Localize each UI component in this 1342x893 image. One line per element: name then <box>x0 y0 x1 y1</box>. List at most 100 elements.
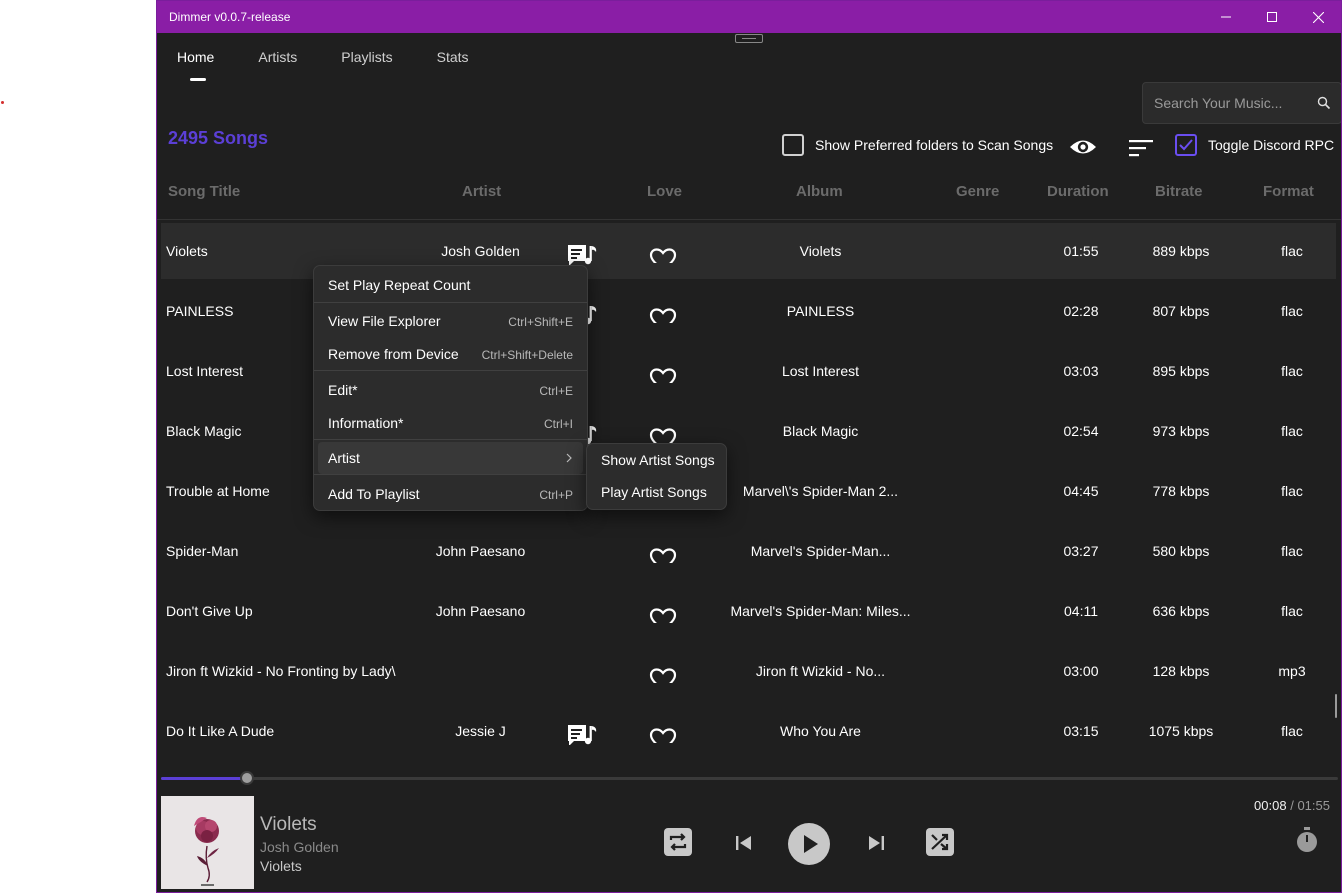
love-button[interactable] <box>649 239 677 263</box>
cell-album: Marvel's Spider-Man: Miles... <box>730 603 911 619</box>
menu-item-information[interactable]: Information* Ctrl+I <box>314 407 587 439</box>
love-button[interactable] <box>649 599 677 623</box>
love-button[interactable] <box>649 659 677 683</box>
menu-item-add-to-playlist[interactable]: Add To Playlist Ctrl+P <box>314 478 587 510</box>
table-row[interactable]: Do It Like A Dude Jessie J Who You Are 03:1… <box>161 703 1336 759</box>
shuffle-button[interactable] <box>925 827 955 857</box>
cell-duration: 02:54 <box>1063 423 1099 439</box>
submenu-show-artist-songs[interactable]: Show Artist Songs <box>601 452 715 468</box>
col-genre[interactable]: Genre <box>956 183 999 200</box>
close-button[interactable] <box>1295 1 1341 33</box>
album-cover[interactable] <box>161 796 254 889</box>
progress-knob[interactable] <box>239 771 254 785</box>
search-input[interactable] <box>1152 94 1311 112</box>
col-format[interactable]: Format <box>1263 183 1314 200</box>
cell-format: flac <box>1281 543 1303 559</box>
eye-icon[interactable] <box>1069 137 1097 157</box>
menu-separator <box>314 302 587 303</box>
sleep-timer-button[interactable] <box>1295 827 1319 853</box>
col-love[interactable]: Love <box>647 183 682 200</box>
table-row[interactable]: Spider-Man John Paesano Marvel's Spider-Ma… <box>161 523 1336 579</box>
menu-item-artist[interactable]: Artist <box>318 442 583 474</box>
next-button[interactable] <box>866 833 886 853</box>
menu-item-shortcut: Ctrl+P <box>539 488 573 502</box>
cell-format: flac <box>1281 363 1303 379</box>
love-button[interactable] <box>649 539 677 563</box>
cell-artist: John Paesano <box>435 603 526 619</box>
cell-duration: 04:11 <box>1064 603 1098 619</box>
discord-rpc-option[interactable]: Toggle Discord RPC <box>1175 134 1334 156</box>
menu-item-label: Artist <box>328 450 360 466</box>
lyrics-icon <box>568 725 597 745</box>
now-playing-artist: Josh Golden <box>260 839 339 855</box>
col-bitrate[interactable]: Bitrate <box>1155 183 1203 200</box>
search-box <box>1142 82 1341 124</box>
menu-item-view-file-explorer[interactable]: View File Explorer Ctrl+Shift+E <box>314 305 587 337</box>
progress-bar[interactable] <box>161 771 1338 785</box>
cell-format: flac <box>1281 303 1303 319</box>
preferred-folders-checkbox[interactable] <box>782 134 804 156</box>
menu-separator <box>314 474 587 475</box>
table-row[interactable]: Don't Give Up John Paesano Marvel's Spider… <box>161 583 1336 639</box>
repeat-button[interactable] <box>663 827 693 857</box>
play-button[interactable] <box>787 822 831 866</box>
cell-bitrate: 636 kbps <box>1152 603 1210 619</box>
cell-duration: 03:00 <box>1063 663 1099 679</box>
discord-rpc-checkbox[interactable] <box>1175 134 1197 156</box>
time-display: 00:08 / 01:55 <box>1254 798 1330 813</box>
love-button[interactable] <box>649 359 677 383</box>
heart-icon <box>649 668 677 683</box>
scrollbar[interactable] <box>1335 694 1337 718</box>
love-button[interactable] <box>649 299 677 323</box>
cell-duration: 03:27 <box>1063 543 1099 559</box>
stray-dot <box>1 101 4 104</box>
tab-stats[interactable]: Stats <box>427 49 469 65</box>
cell-duration: 02:28 <box>1063 303 1099 319</box>
menu-item-edit[interactable]: Edit* Ctrl+E <box>314 374 587 406</box>
menu-item-label: Remove from Device <box>328 346 459 362</box>
menu-item-shortcut: Ctrl+I <box>543 417 573 431</box>
cell-song-title: Spider-Man <box>166 543 239 559</box>
col-song-title[interactable]: Song Title <box>168 183 240 200</box>
song-count: 2495 Songs <box>168 128 269 148</box>
col-album[interactable]: Album <box>796 183 843 200</box>
submenu-play-artist-songs[interactable]: Play Artist Songs <box>601 484 707 500</box>
cell-bitrate: 807 kbps <box>1152 303 1210 319</box>
heart-icon <box>649 728 677 743</box>
table-header: Song Title Artist Love Album Genre Durat… <box>157 177 1341 207</box>
menu-item-shortcut: Ctrl+Shift+E <box>508 315 573 329</box>
menu-item-label: Edit* <box>328 382 358 398</box>
maximize-button[interactable] <box>1249 1 1295 33</box>
col-duration[interactable]: Duration <box>1047 183 1109 200</box>
heart-icon <box>649 308 677 323</box>
menu-separator <box>314 439 587 440</box>
lyrics-button[interactable] <box>566 237 598 265</box>
search-icon[interactable] <box>1317 96 1331 110</box>
sort-icon[interactable] <box>1129 139 1153 157</box>
heart-icon <box>649 368 677 383</box>
col-artist[interactable]: Artist <box>462 183 501 200</box>
love-button[interactable] <box>649 719 677 743</box>
drag-handle[interactable] <box>735 34 763 43</box>
menu-item-remove-from-device[interactable]: Remove from Device Ctrl+Shift+Delete <box>314 338 587 370</box>
menu-item-set-repeat[interactable]: Set Play Repeat Count <box>314 269 587 301</box>
chevron-right-icon <box>566 453 572 463</box>
tab-playlists[interactable]: Playlists <box>331 49 392 65</box>
cell-format: flac <box>1281 243 1303 259</box>
cell-format: flac <box>1281 723 1303 739</box>
lyrics-button[interactable] <box>566 717 598 745</box>
love-button[interactable] <box>649 419 677 443</box>
cell-album: Marvel\'s Spider-Man 2... <box>742 483 899 499</box>
menu-item-label: Set Play Repeat Count <box>328 277 471 293</box>
minimize-button[interactable] <box>1203 1 1249 33</box>
table-row[interactable]: Jiron ft Wizkid - No Fronting by Lady\ Ji… <box>161 643 1336 699</box>
previous-button[interactable] <box>734 833 754 853</box>
tab-home[interactable]: Home <box>167 49 214 81</box>
next-icon <box>869 836 884 850</box>
context-menu: Set Play Repeat Count View File Explorer… <box>313 265 588 511</box>
cell-album: Who You Are <box>780 723 861 739</box>
title-bar[interactable]: Dimmer v0.0.7-release <box>157 1 1341 33</box>
preferred-folders-option[interactable]: Show Preferred folders to Scan Songs <box>782 134 1053 156</box>
shuffle-icon <box>926 828 954 856</box>
tab-artists[interactable]: Artists <box>248 49 297 65</box>
